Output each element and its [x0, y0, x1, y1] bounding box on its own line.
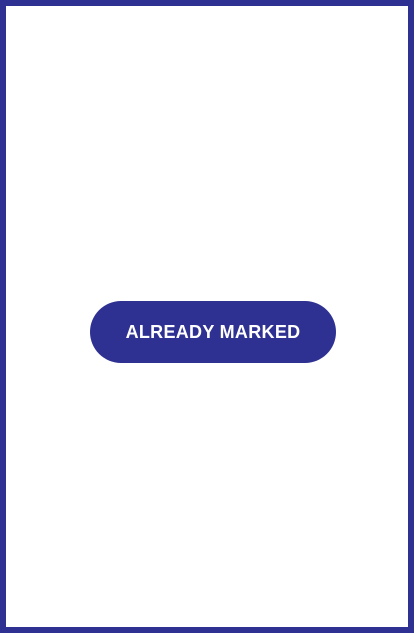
already-marked-button[interactable]: ALREADY MARKED — [90, 301, 336, 363]
screen-frame: ALREADY MARKED — [0, 0, 414, 633]
already-marked-label: ALREADY MARKED — [125, 321, 301, 342]
